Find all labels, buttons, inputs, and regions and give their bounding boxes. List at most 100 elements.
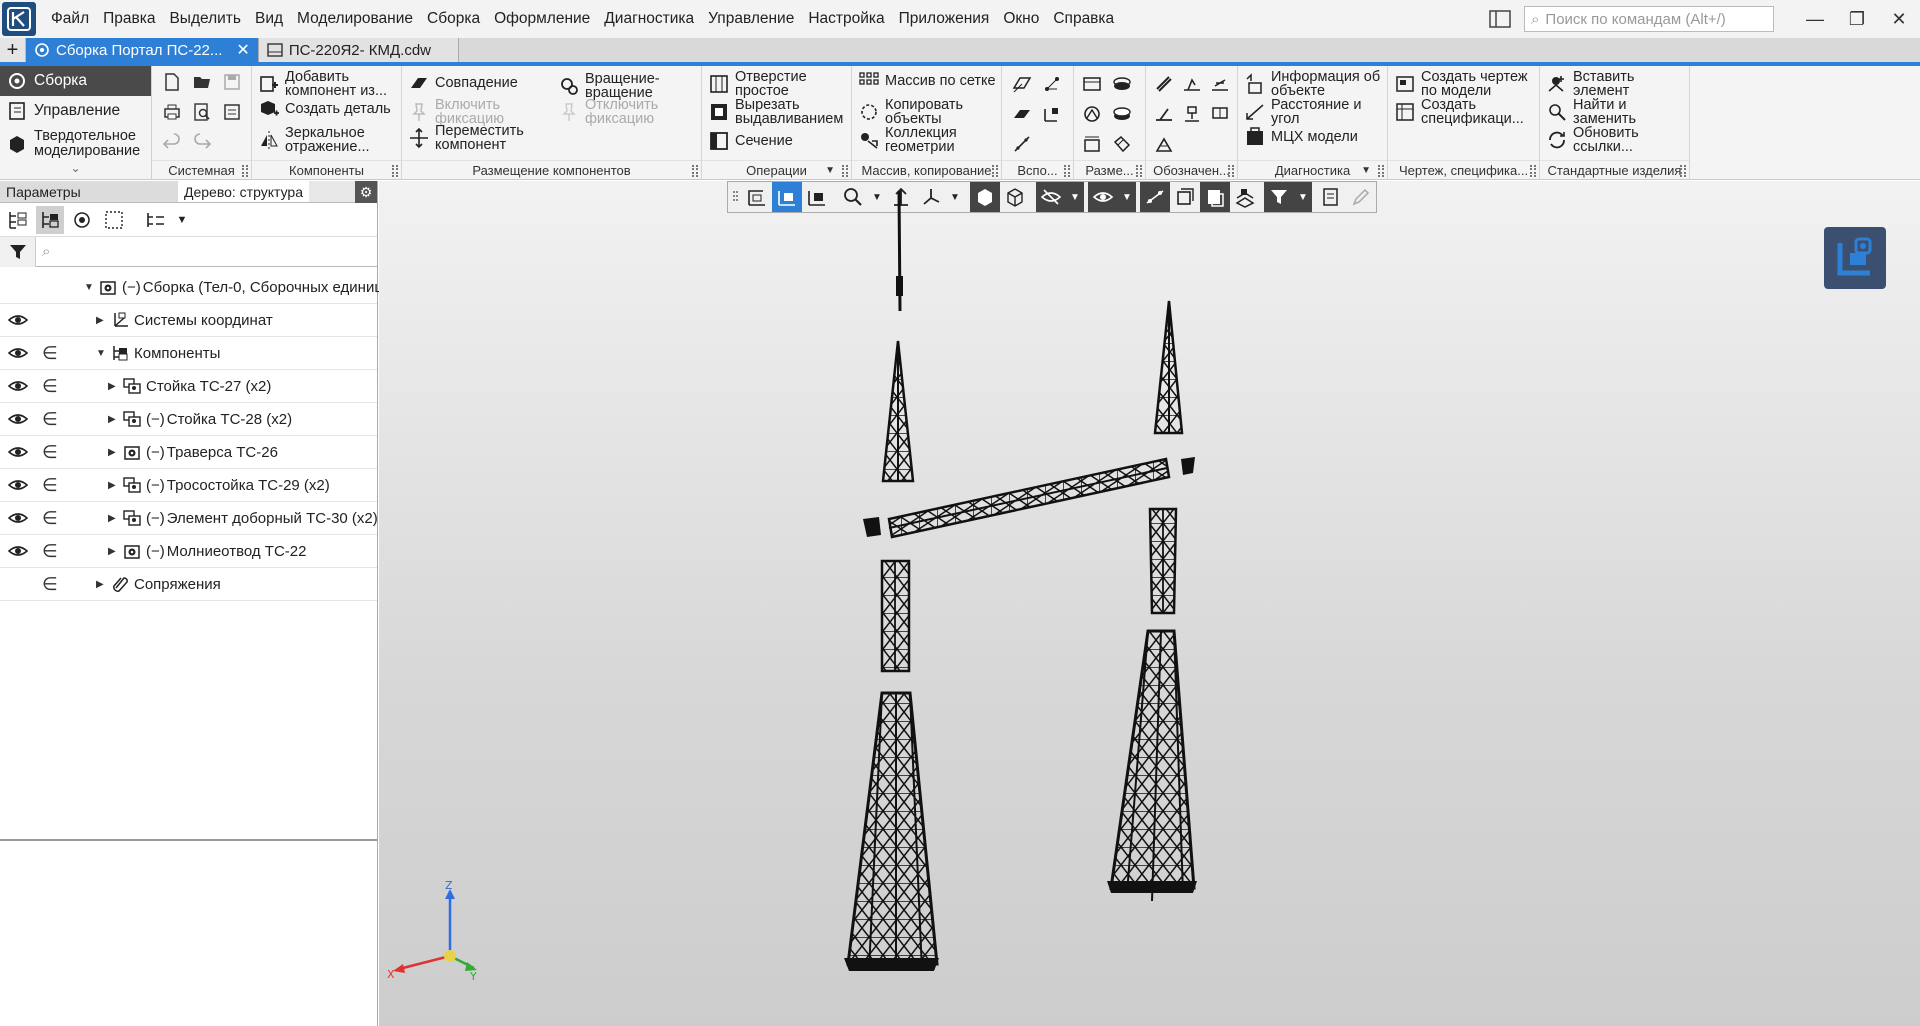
coincidence-button[interactable]: Совпадение [408,72,518,94]
eye-icon[interactable] [7,510,29,526]
properties-icon[interactable] [220,100,244,124]
aux-cs-icon[interactable] [1040,102,1064,126]
eye-icon[interactable] [7,444,29,460]
maximize-button[interactable]: ❐ [1836,0,1878,38]
menu-window[interactable]: Окно [996,0,1046,38]
tree-select-icon[interactable] [100,206,128,234]
tree-row[interactable]: ∈ ▶ Сопряжения [0,568,377,601]
minimize-button[interactable]: — [1794,0,1836,38]
create-part-button[interactable]: Создать деталь [258,98,391,120]
include-in-calc-icon[interactable]: ∈ [42,574,58,595]
dim-linear-icon[interactable] [1080,72,1104,96]
tree-structure-icon[interactable] [36,205,64,234]
caret-collapsed-icon[interactable]: ▶ [108,414,118,425]
insert-element-button[interactable]: Вставить элемент [1546,70,1686,98]
chevron-down-icon[interactable]: ▼ [174,206,190,234]
caret-collapsed-icon[interactable]: ▶ [96,315,106,326]
filter-icon[interactable] [0,236,36,267]
menu-design[interactable]: Оформление [487,0,597,38]
enable-fix-button[interactable]: Включить фиксацию [408,98,538,126]
eye-icon[interactable] [7,378,29,394]
tree-row[interactable]: ∈ ▶ (−) Тросостойка ТС-29 (х2) [0,469,377,502]
mode-management[interactable]: Управление [0,96,151,126]
mode-solid-modeling[interactable]: Твердотельное моделирование [0,126,151,162]
eye-icon[interactable] [7,477,29,493]
include-in-calc-icon[interactable]: ∈ [42,343,58,364]
dim-diameter-icon[interactable] [1110,72,1134,96]
aux-plane-icon[interactable] [1010,72,1034,96]
menu-help[interactable]: Справка [1046,0,1121,38]
tree-filter-list-icon[interactable] [142,206,170,234]
move-component-button[interactable]: Переместить компонент [408,124,538,152]
menu-assembly[interactable]: Сборка [420,0,487,38]
base-icon[interactable] [1208,72,1232,96]
include-in-calc-icon[interactable]: ∈ [42,376,58,397]
tree-row[interactable]: ∈ ▶ (−) Элемент доборный ТС-30 (х2) [0,502,378,535]
roughness-icon[interactable] [1180,72,1204,96]
extrude-cut-button[interactable]: Вырезать выдавливанием [708,98,854,126]
dim-auto-icon[interactable] [1110,132,1134,156]
caret-collapsed-icon[interactable]: ▶ [108,447,118,458]
command-search-input[interactable]: ⌕ Поиск по командам (Alt+/) [1524,6,1774,32]
tree-row[interactable]: ∈ ▼ Компоненты [0,337,377,370]
undo-icon[interactable] [160,130,184,154]
geometry-collection-button[interactable]: Коллекция геометрии [858,126,998,154]
caret-collapsed-icon[interactable]: ▶ [108,513,118,524]
panel-layout-icon[interactable] [1486,7,1514,31]
tree-row[interactable]: ∈ ▶ (−) Траверса ТС-26 [0,436,377,469]
portal-3d-model[interactable] [379,181,1920,1026]
model-viewport[interactable]: ▼ ▼ ▼ ▼ ▼ Z X Y [379,181,1920,1026]
tab-parameters[interactable]: Параметры [0,181,178,202]
chevron-down-icon[interactable]: ⌄ [0,162,151,176]
eye-icon[interactable] [7,345,29,361]
distance-angle-button[interactable]: Расстояние и угол [1244,98,1384,126]
include-in-calc-icon[interactable]: ∈ [42,442,58,463]
tree-geometry-icon[interactable] [68,206,96,234]
menu-edit[interactable]: Правка [96,0,162,38]
gear-icon[interactable]: ⚙ [355,181,377,203]
tree-row[interactable]: ∈ ▶ (−) Молниеотвод ТС-22 [0,535,377,568]
open-file-icon[interactable] [190,70,214,94]
create-spec-button[interactable]: Создать спецификаци... [1394,98,1538,126]
app-logo-icon[interactable] [2,2,36,36]
menu-view[interactable]: Вид [248,0,290,38]
tree-search-input[interactable]: ⌕ [36,243,50,260]
close-button[interactable]: ✕ [1878,0,1920,38]
menu-diagnostics[interactable]: Диагностика [597,0,701,38]
aux-point-icon[interactable] [1010,102,1034,126]
create-drawing-button[interactable]: Создать чертеж по модели [1394,70,1538,98]
caret-collapsed-icon[interactable]: ▶ [96,579,106,590]
tree-order-icon[interactable] [4,206,32,234]
menu-apps[interactable]: Приложения [892,0,997,38]
marking-icon[interactable] [1152,132,1176,156]
save-icon[interactable] [220,70,244,94]
print-icon[interactable] [160,100,184,124]
mode-assembly[interactable]: Сборка [0,66,151,96]
panel-divider[interactable] [0,839,377,841]
include-in-calc-icon[interactable]: ∈ [42,541,58,562]
copy-objects-button[interactable]: Копировать объекты [858,98,998,126]
tree-row[interactable]: ▼ (−) Сборка (Тел-0, Сборочных единиц [0,271,383,304]
menu-management[interactable]: Управление [701,0,801,38]
eye-icon[interactable] [7,312,29,328]
caret-collapsed-icon[interactable]: ▶ [108,381,118,392]
menu-settings[interactable]: Настройка [801,0,891,38]
aux-line-icon[interactable] [1010,132,1034,156]
dim-radius-icon[interactable] [1110,102,1134,126]
eye-icon[interactable] [7,411,29,427]
tab-assembly[interactable]: Сборка Портал ПС-22... ✕ [26,38,259,62]
include-in-calc-icon[interactable]: ∈ [42,409,58,430]
dim-angle-icon[interactable] [1080,102,1104,126]
tree-row[interactable]: ∈ ▶ (−) Стойка ТС-28 (х2) [0,403,377,436]
caret-expanded-icon[interactable]: ▼ [96,348,106,359]
caret-collapsed-icon[interactable]: ▶ [108,546,118,557]
simple-hole-button[interactable]: Отверстие простое [708,70,848,98]
mirror-button[interactable]: Зеркальное отражение... [258,126,400,154]
caret-collapsed-icon[interactable]: ▶ [108,480,118,491]
tab-tree-structure[interactable]: Дерево: структура [178,181,309,202]
close-tab-icon[interactable]: ✕ [236,40,249,60]
menu-file[interactable]: Файл [44,0,96,38]
disable-fix-button[interactable]: Отключить фиксацию [558,98,688,126]
tab-drawing[interactable]: ПС-220Я2- КМД.cdw [258,38,459,62]
rotation-button[interactable]: Вращение-вращение [558,72,698,100]
